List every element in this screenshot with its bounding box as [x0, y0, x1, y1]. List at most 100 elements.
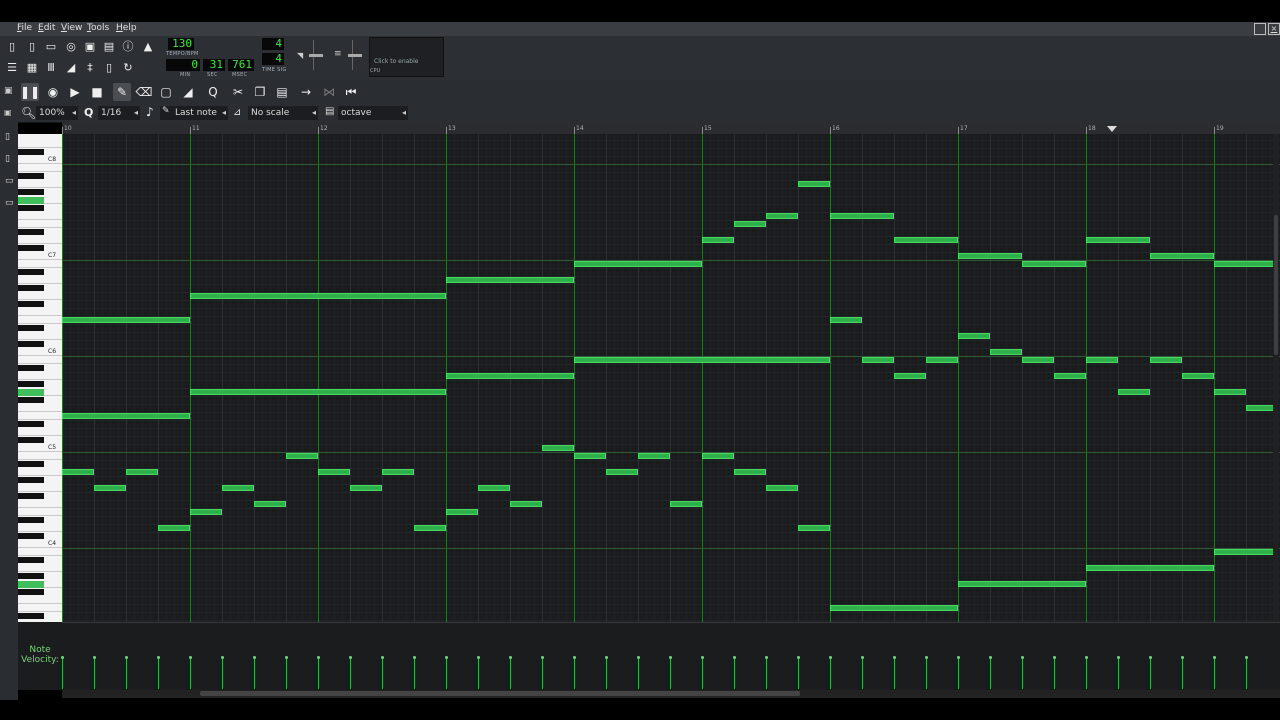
piano-white-key[interactable]: [18, 363, 62, 364]
velocity-bar[interactable]: [542, 657, 543, 689]
save-project-icon[interactable]: ▣: [82, 38, 98, 54]
timeline-ruler[interactable]: 10 11 12 13 14 15 16 17 18 19: [62, 122, 1280, 134]
piano-black-key[interactable]: [18, 461, 44, 467]
note[interactable]: [222, 485, 254, 491]
piano-white-key[interactable]: [18, 355, 62, 356]
cpu-load-widget[interactable]: Click to enable CPU: [369, 37, 444, 77]
velocity-handle[interactable]: [637, 656, 640, 659]
velocity-bar[interactable]: [1054, 657, 1055, 689]
note[interactable]: [734, 221, 766, 227]
note[interactable]: [670, 501, 702, 507]
note[interactable]: [1182, 373, 1214, 379]
vertical-scrollbar-thumb[interactable]: [1274, 215, 1278, 355]
zoom-select[interactable]: 100% ◂: [36, 106, 78, 120]
piano-black-key[interactable]: [18, 477, 44, 483]
velocity-bar[interactable]: [990, 657, 991, 689]
note-length-select[interactable]: Last note ◂: [160, 106, 228, 120]
velocity-bar[interactable]: [894, 657, 895, 689]
velocity-handle[interactable]: [189, 656, 192, 659]
note[interactable]: [1150, 253, 1214, 259]
menu-edit[interactable]: Edit: [38, 23, 55, 33]
velocity-bar[interactable]: [1182, 657, 1183, 689]
piano-black-key[interactable]: [18, 301, 44, 307]
new-project-icon[interactable]: ▯: [4, 38, 20, 54]
play-button[interactable]: ▶: [66, 83, 84, 101]
piano-black-key[interactable]: [18, 229, 44, 235]
time-signature-denominator[interactable]: 4: [262, 53, 284, 65]
velocity-bar[interactable]: [1086, 657, 1087, 689]
velocity-handle[interactable]: [413, 656, 416, 659]
menu-tools[interactable]: Tools: [87, 23, 109, 33]
piano-white-key[interactable]: [18, 515, 62, 516]
paste-button[interactable]: ▤: [273, 83, 291, 101]
velocity-handle[interactable]: [1149, 656, 1152, 659]
piano-white-key[interactable]: [18, 491, 62, 492]
note[interactable]: [62, 413, 190, 419]
piano-white-key[interactable]: [18, 571, 62, 572]
note[interactable]: [94, 485, 126, 491]
velocity-handle[interactable]: [509, 656, 512, 659]
velocity-bar[interactable]: [478, 657, 479, 689]
piano-white-key[interactable]: [18, 267, 62, 268]
note[interactable]: [606, 469, 638, 475]
velocity-handle[interactable]: [157, 656, 160, 659]
piano-white-key[interactable]: [18, 459, 62, 460]
metronome-icon[interactable]: ▲: [140, 38, 156, 54]
velocity-bar[interactable]: [414, 657, 415, 689]
piano-white-key[interactable]: [18, 339, 62, 340]
piano-black-key[interactable]: [18, 573, 44, 579]
velocity-bar[interactable]: [926, 657, 927, 689]
velocity-handle[interactable]: [541, 656, 544, 659]
note[interactable]: [1118, 389, 1150, 395]
piano-black-key[interactable]: [18, 205, 44, 211]
piano-white-key[interactable]: [18, 243, 62, 244]
velocity-handle[interactable]: [1021, 656, 1024, 659]
piano-white-key[interactable]: [18, 147, 62, 148]
note[interactable]: [894, 373, 926, 379]
note[interactable]: [830, 605, 958, 611]
note[interactable]: [798, 181, 830, 187]
note[interactable]: [830, 317, 862, 323]
note[interactable]: [62, 469, 94, 475]
detune-mode-button[interactable]: ◢: [179, 83, 197, 101]
piano-black-key[interactable]: [18, 245, 44, 251]
stop-position-button[interactable]: ⋈: [320, 83, 338, 101]
note[interactable]: [510, 501, 542, 507]
recent-projects-icon[interactable]: ◎: [63, 38, 79, 54]
piano-roll-icon[interactable]: Ⅲ: [43, 59, 59, 75]
velocity-bar[interactable]: [1214, 657, 1215, 689]
note[interactable]: [1086, 565, 1214, 571]
note[interactable]: [126, 469, 158, 475]
piano-black-key[interactable]: [18, 285, 44, 291]
piano-black-key[interactable]: [18, 325, 44, 331]
velocity-handle[interactable]: [573, 656, 576, 659]
velocity-handle[interactable]: [221, 656, 224, 659]
velocity-bar[interactable]: [94, 657, 95, 689]
note[interactable]: [574, 453, 606, 459]
menu-view[interactable]: View: [61, 23, 82, 33]
velocity-bar[interactable]: [126, 657, 127, 689]
computer-icon[interactable]: ▭: [5, 198, 14, 208]
velocity-handle[interactable]: [253, 656, 256, 659]
velocity-handle[interactable]: [285, 656, 288, 659]
note[interactable]: [62, 317, 190, 323]
piano-white-key[interactable]: [18, 171, 62, 172]
note[interactable]: [446, 509, 478, 515]
piano-black-key[interactable]: [18, 189, 44, 195]
cut-button[interactable]: ✂: [229, 83, 247, 101]
piano-white-key[interactable]: [18, 259, 62, 260]
velocity-bar[interactable]: [574, 657, 575, 689]
note[interactable]: [766, 485, 798, 491]
note[interactable]: [350, 485, 382, 491]
piano-white-key[interactable]: [18, 219, 62, 220]
note[interactable]: [446, 373, 574, 379]
note[interactable]: [382, 469, 414, 475]
piano-white-key[interactable]: [18, 531, 62, 532]
piano-white-key[interactable]: [18, 451, 62, 452]
piano-white-key[interactable]: [18, 507, 62, 508]
velocity-handle[interactable]: [381, 656, 384, 659]
quantize-select[interactable]: 1/16 ◂: [98, 106, 140, 120]
velocity-bar[interactable]: [62, 657, 63, 689]
piano-white-key[interactable]: [18, 187, 62, 188]
record-button[interactable]: ◉: [44, 83, 62, 101]
